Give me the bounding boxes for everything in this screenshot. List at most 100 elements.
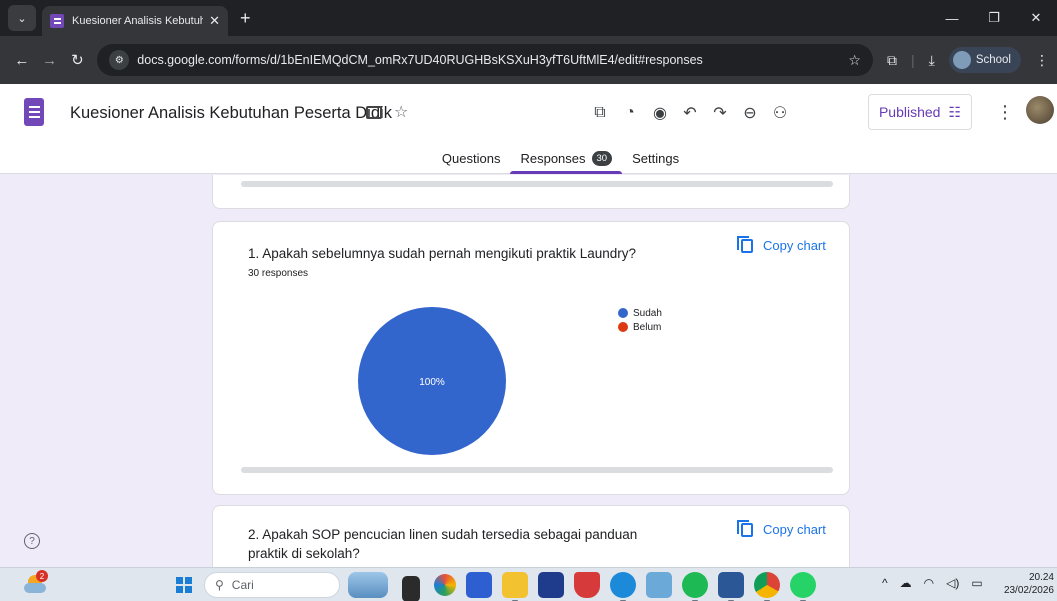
customize-theme-palette-icon[interactable]: ◔ <box>615 98 645 128</box>
tab-search-chevron-icon[interactable]: ⌄ <box>8 5 36 31</box>
pie-chart: 100% <box>358 307 506 455</box>
question-card-1: 1. Apakah sebelumnya sudah pernah mengik… <box>212 221 850 495</box>
reload-icon[interactable]: ↻ <box>64 51 92 69</box>
news-widget-icon[interactable] <box>348 572 388 598</box>
published-button[interactable]: Published ☷ <box>868 94 972 130</box>
tab-responses[interactable]: Responses 30 <box>510 142 622 174</box>
question-title: 2. Apakah SOP pencucian linen sudah ters… <box>248 527 638 561</box>
search-icon: ⚲ <box>215 578 224 592</box>
pie-data-label: 100% <box>419 377 445 388</box>
weather-widget-icon[interactable]: 2 <box>24 570 48 595</box>
redo-icon[interactable]: ↷ <box>705 98 735 128</box>
legend-item-sudah[interactable]: Sudah <box>618 306 662 320</box>
horizontal-scrollbar[interactable] <box>241 181 833 187</box>
address-bar[interactable]: ⚙ docs.google.com/forms/d/1bEnIEMQdCM_om… <box>97 44 873 76</box>
profile-chip-label: School <box>975 54 1011 66</box>
close-window-icon[interactable]: ✕ <box>1015 0 1057 36</box>
edge-browser-icon[interactable] <box>610 572 636 601</box>
copy-icon <box>737 519 753 537</box>
mcafee-icon[interactable] <box>574 572 600 598</box>
title-actions: ☆ <box>366 102 408 122</box>
minimize-icon[interactable]: — <box>931 0 973 36</box>
legend-item-belum[interactable]: Belum <box>618 320 662 334</box>
close-tab-icon[interactable]: ✕ <box>209 13 220 29</box>
bookmark-star-icon[interactable]: ☆ <box>848 52 861 69</box>
battery-icon[interactable]: ▭ <box>971 576 982 590</box>
word-app-icon[interactable] <box>718 572 744 601</box>
undo-icon[interactable]: ↶ <box>675 98 705 128</box>
legend-label: Sudah <box>633 307 662 319</box>
taskbar-search[interactable]: ⚲ Cari <box>204 572 340 598</box>
volume-icon[interactable]: ◁) <box>946 576 959 590</box>
tab-settings[interactable]: Settings <box>622 142 689 174</box>
window-controls: — ❐ ✕ <box>931 0 1057 36</box>
google-forms-logo-icon[interactable] <box>24 98 44 126</box>
system-tray: ^ ☁ ◠ ◁) ▭ <box>882 576 983 590</box>
windows-start-icon[interactable] <box>176 577 192 593</box>
legend-swatch <box>618 322 628 332</box>
publish-options-sliders-icon: ☷ <box>948 103 962 120</box>
profile-chip[interactable]: School <box>948 47 1021 73</box>
restore-icon[interactable]: ❐ <box>973 0 1015 36</box>
help-question-icon[interactable]: ? <box>24 533 40 549</box>
photos-app-icon[interactable] <box>646 572 672 598</box>
legend-swatch <box>618 308 628 318</box>
previous-response-card <box>212 175 850 209</box>
chart-legend: Sudah Belum <box>618 306 662 334</box>
taskbar-search-placeholder: Cari <box>231 578 254 592</box>
pinned-apps <box>348 572 816 601</box>
responses-count-badge: 30 <box>591 150 613 166</box>
question-card-2: 2. Apakah SOP pencucian linen sudah ters… <box>212 505 850 567</box>
url-text[interactable]: docs.google.com/forms/d/1bEnIEMQdCM_omRx… <box>137 53 848 67</box>
preview-eye-icon[interactable]: ◉ <box>645 98 675 128</box>
copilot-app-icon[interactable] <box>434 574 456 596</box>
app-z-icon[interactable] <box>466 572 492 598</box>
browser-actions: ⧉ | ⤓ School ⋮ <box>887 47 1049 73</box>
site-settings-icon[interactable]: ⚙ <box>109 50 130 70</box>
move-to-folder-icon[interactable] <box>366 106 382 119</box>
tab-responses-label: Responses <box>520 150 586 166</box>
browser-tab[interactable]: Kuesioner Analisis Kebutuhan P ✕ <box>42 6 228 36</box>
wifi-icon[interactable]: ◠ <box>924 576 934 590</box>
cloud-sync-icon[interactable]: ☁ <box>900 576 912 590</box>
forward-arrow-icon[interactable]: → <box>36 52 64 69</box>
forms-header: Kuesioner Analisis Kebutuhan Peserta Did… <box>0 84 1057 174</box>
star-icon[interactable]: ☆ <box>394 102 408 122</box>
form-title[interactable]: Kuesioner Analisis Kebutuhan Peserta Did… <box>70 104 392 123</box>
forms-toolbar: ⧉ ◔ ◉ ↶ ↷ ⊖ ⚇ <box>585 98 795 128</box>
whatsapp-icon[interactable] <box>790 572 816 601</box>
new-tab-plus-icon[interactable]: + <box>240 8 251 29</box>
browser-tab-strip: ⌄ Kuesioner Analisis Kebutuhan P ✕ + — ❐… <box>0 0 1057 36</box>
taskbar-clock[interactable]: 20.24 23/02/2026 <box>990 571 1054 597</box>
download-icon[interactable]: ⤓ <box>929 52 935 69</box>
browser-toolbar: ← → ↻ ⚙ docs.google.com/forms/d/1bEnIEMQ… <box>0 36 1057 84</box>
microsoft-store-icon[interactable] <box>538 572 564 598</box>
published-label: Published <box>878 104 941 120</box>
chrome-browser-icon[interactable] <box>754 572 780 601</box>
copy-chart-button[interactable]: Copy chart <box>737 519 826 537</box>
browser-tab-title: Kuesioner Analisis Kebutuhan P <box>72 15 204 27</box>
cloud-icon <box>24 583 46 593</box>
form-tabs: Questions Responses 30 Settings <box>0 142 1057 174</box>
google-forms-favicon-icon <box>50 14 64 28</box>
file-explorer-icon[interactable] <box>502 572 528 601</box>
clock-time: 20.24 <box>1028 572 1054 583</box>
add-ons-puzzle-icon[interactable]: ⧉ <box>585 98 615 128</box>
account-avatar[interactable] <box>1026 96 1054 124</box>
show-hidden-icons-chevron-icon[interactable]: ^ <box>882 576 888 590</box>
toolbar-divider: | <box>910 52 915 68</box>
spotify-icon[interactable] <box>682 572 708 601</box>
horizontal-scrollbar[interactable] <box>241 467 833 473</box>
more-options-kebab-icon[interactable]: ⋮ <box>996 102 1014 123</box>
weather-badge: 2 <box>36 570 48 582</box>
copy-link-icon[interactable]: ⊖ <box>735 98 765 128</box>
extensions-puzzle-icon[interactable]: ⧉ <box>887 52 897 69</box>
tab-questions[interactable]: Questions <box>432 142 511 174</box>
add-collaborators-icon[interactable]: ⚇ <box>765 98 795 128</box>
windows-taskbar: 2 ⚲ Cari ^ ☁ ◠ ◁) ▭ 20.24 23/02/2026 <box>0 567 1057 601</box>
terminal-app-icon[interactable] <box>402 576 420 601</box>
browser-menu-kebab-icon[interactable]: ⋮ <box>1035 52 1049 69</box>
responses-content: 1. Apakah sebelumnya sudah pernah mengik… <box>0 175 1057 567</box>
back-arrow-icon[interactable]: ← <box>8 52 36 69</box>
legend-label: Belum <box>633 321 662 333</box>
